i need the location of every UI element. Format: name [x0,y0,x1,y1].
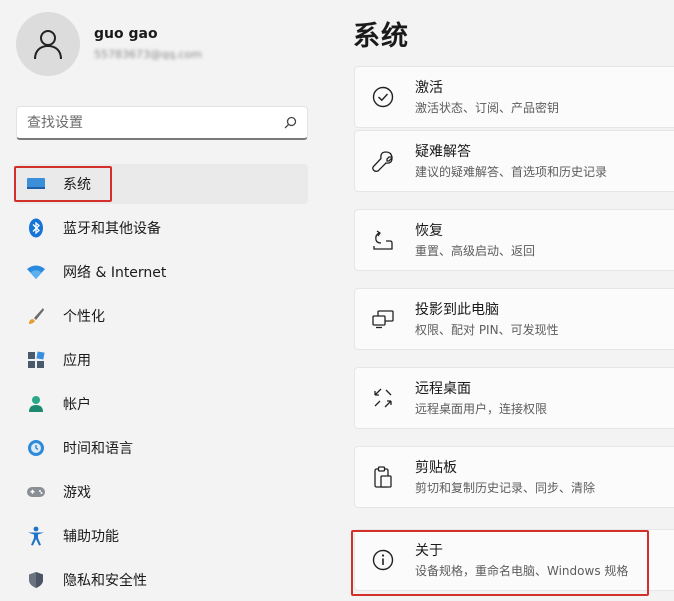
page-title: 系统 [353,21,409,52]
accessibility-icon [26,526,46,546]
nav-item-gaming[interactable]: 游戏 [16,472,308,512]
nav-item-bluetooth[interactable]: 蓝牙和其他设备 [16,208,308,248]
card-title: 恢复 [415,222,443,239]
main-content: 系统 激活 激活状态、订阅、产品密钥 疑难解答 建议的疑难解答、首选项和历史记录… [338,0,674,601]
nav-label: 帐户 [63,397,91,413]
nav-label: 隐私和安全性 [63,573,147,589]
gamepad-icon [26,482,46,502]
check-circle-icon [369,83,397,111]
card-title: 剪贴板 [415,459,457,476]
card-title: 投影到此电脑 [415,301,499,318]
card-subtitle: 激活状态、订阅、产品密钥 [415,100,560,115]
nav-item-system[interactable]: 系统 [14,164,308,204]
wrench-icon [369,147,397,175]
nav-item-personalization[interactable]: 个性化 [16,296,308,336]
card-title: 疑难解答 [415,143,471,160]
card-subtitle: 设备规格，重命名电脑、Windows 规格 [415,563,629,578]
wifi-icon [26,262,46,282]
nav-label: 辅助功能 [63,529,119,545]
remote-desktop-icon [369,384,397,412]
card-subtitle: 建议的疑难解答、首选项和历史记录 [415,164,608,179]
card-subtitle: 远程桌面用户，连接权限 [415,401,548,416]
card-text: 疑难解答 建议的疑难解答、首选项和历史记录 [415,143,607,180]
search-box[interactable] [16,106,308,140]
nav-item-accounts[interactable]: 帐户 [16,384,308,424]
clipboard-icon [369,463,397,491]
bluetooth-icon [26,218,46,238]
card-subtitle: 权限、配对 PIN、可发现性 [415,322,559,337]
sidebar: guo gao 55783673@qq.com 系统 [0,0,325,601]
projection-icon [369,305,397,333]
brush-icon [26,306,46,326]
user-name: guo gao [94,26,158,42]
card-text: 关于 设备规格，重命名电脑、Windows 规格 [415,542,628,579]
nav-label: 时间和语言 [63,441,133,457]
nav-item-privacy[interactable]: 隐私和安全性 [16,560,308,600]
card-troubleshoot[interactable]: 疑难解答 建议的疑难解答、首选项和历史记录 [354,130,674,192]
card-recovery[interactable]: 恢复 重置、高级启动、返回 [354,209,674,271]
search-input[interactable] [27,114,283,131]
person-icon [26,394,46,414]
nav-label: 个性化 [63,309,105,325]
nav-list: 系统 蓝牙和其他设备 网络 & Internet 个性化 应用 帐户 时间和语言… [14,164,308,601]
card-project-to-pc[interactable]: 投影到此电脑 权限、配对 PIN、可发现性 [354,288,674,350]
card-clipboard[interactable]: 剪贴板 剪切和复制历史记录、同步、清除 [354,446,674,508]
card-text: 剪贴板 剪切和复制历史记录、同步、清除 [415,459,595,496]
card-subtitle: 重置、高级启动、返回 [415,243,536,258]
profile-text: guo gao 55783673@qq.com [94,25,202,63]
person-outline-icon [34,30,62,60]
shield-icon [26,570,46,590]
nav-item-accessibility[interactable]: 辅助功能 [16,516,308,556]
nav-item-time-language[interactable]: 时间和语言 [16,428,308,468]
nav-label: 蓝牙和其他设备 [63,221,161,237]
nav-item-network[interactable]: 网络 & Internet [16,252,308,292]
user-email: 55783673@qq.com [94,48,202,61]
nav-label: 网络 & Internet [63,265,167,281]
nav-label: 系统 [63,177,91,193]
search-icon[interactable] [283,116,297,130]
card-text: 远程桌面 远程桌面用户，连接权限 [415,380,547,417]
nav-item-apps[interactable]: 应用 [16,340,308,380]
card-title: 关于 [415,542,443,559]
avatar[interactable] [16,12,80,76]
nav-label: 游戏 [63,485,91,501]
recovery-icon [369,226,397,254]
card-remote-desktop[interactable]: 远程桌面 远程桌面用户，连接权限 [354,367,674,429]
card-title: 激活 [415,79,443,96]
card-activation[interactable]: 激活 激活状态、订阅、产品密钥 [354,66,674,128]
card-text: 激活 激活状态、订阅、产品密钥 [415,79,559,116]
card-title: 远程桌面 [415,380,471,397]
monitor-icon [26,174,46,194]
nav-label: 应用 [63,353,91,369]
card-subtitle: 剪切和复制历史记录、同步、清除 [415,480,596,495]
card-text: 恢复 重置、高级启动、返回 [415,222,535,259]
card-text: 投影到此电脑 权限、配对 PIN、可发现性 [415,301,559,338]
info-icon [369,546,397,574]
apps-icon [26,350,46,370]
globe-clock-icon [26,438,46,458]
user-profile[interactable]: guo gao 55783673@qq.com [16,12,202,76]
card-about[interactable]: 关于 设备规格，重命名电脑、Windows 规格 [354,529,674,591]
